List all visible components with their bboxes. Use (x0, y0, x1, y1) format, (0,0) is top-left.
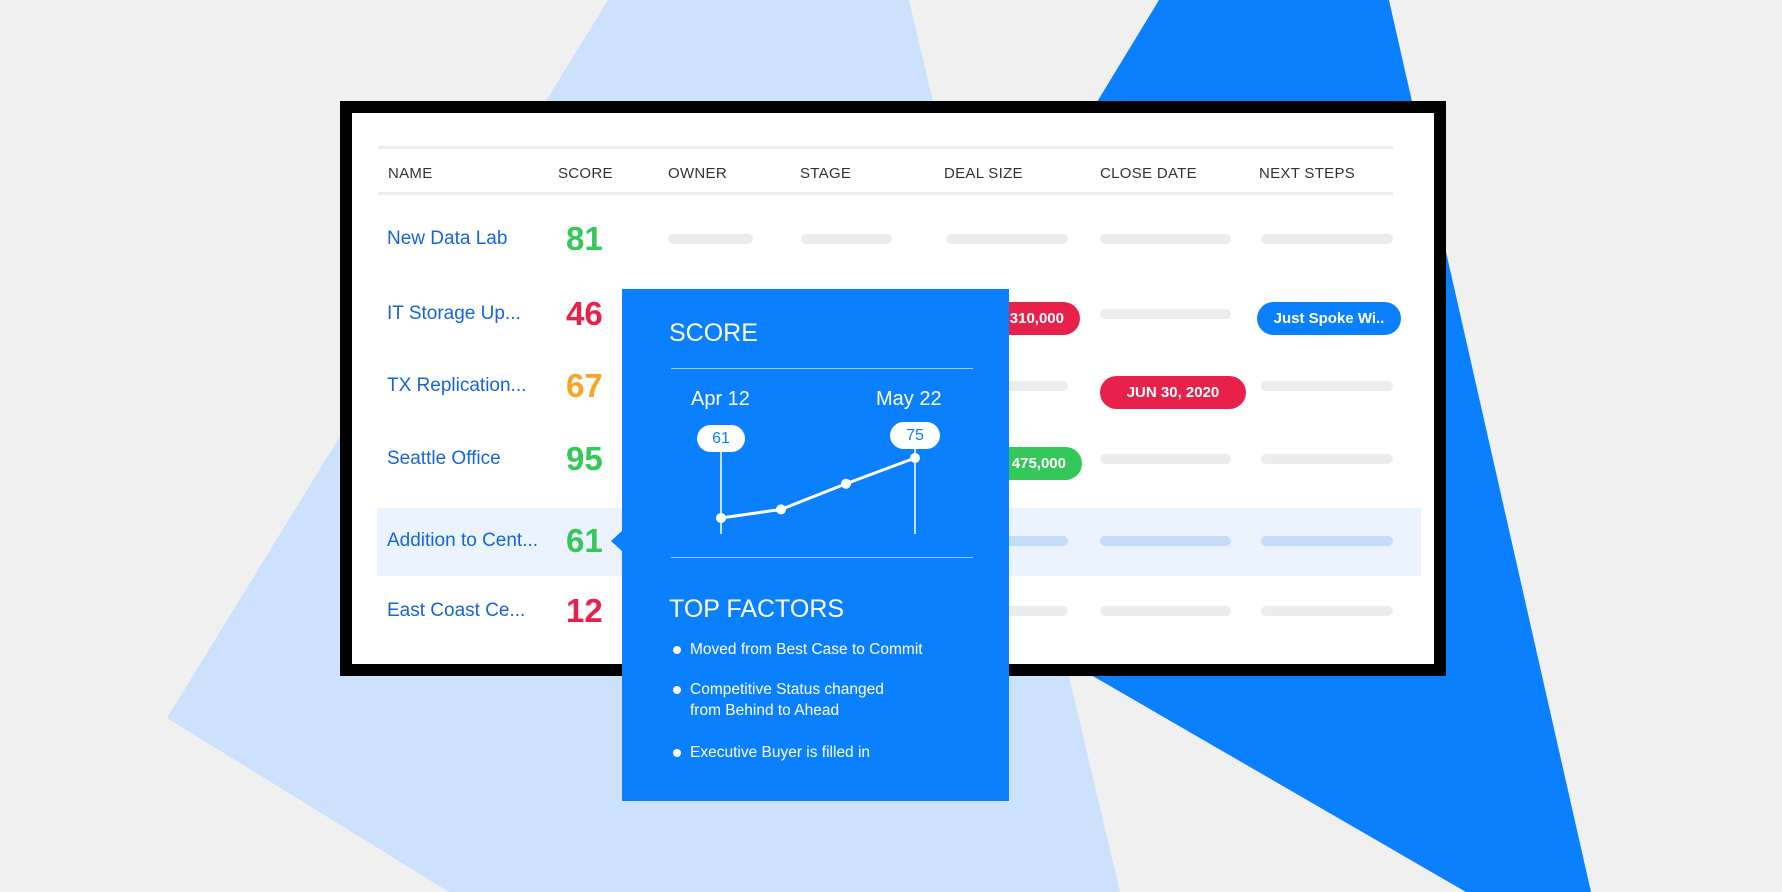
score-point (776, 504, 786, 515)
deal-name-link[interactable]: Addition to Cent... (387, 530, 538, 552)
deal-score[interactable]: 46 (566, 295, 603, 333)
top-factors-title: TOP FACTORS (669, 595, 845, 623)
start-value-bubble: 61 (697, 425, 745, 452)
score-trend-chart (716, 446, 920, 534)
factor-item: Competitive Status changed from Behind t… (690, 681, 884, 719)
deal-name-link[interactable]: Seattle Office (387, 448, 501, 470)
header-stage[interactable]: STAGE (800, 165, 851, 182)
deal-name-link[interactable]: New Data Lab (387, 228, 507, 250)
header-score[interactable]: SCORE (558, 165, 613, 182)
placeholder-bar (668, 234, 753, 244)
placeholder-bar (1100, 234, 1231, 244)
placeholder-bar (801, 234, 892, 244)
placeholder-bar (1261, 381, 1393, 391)
header-deal-size[interactable]: DEAL SIZE (944, 165, 1023, 182)
deal-score[interactable]: 67 (566, 367, 603, 405)
next-steps-pill[interactable]: Just Spoke Wi.. (1257, 302, 1401, 335)
bullet-icon (673, 646, 681, 654)
deal-score[interactable]: 95 (566, 440, 603, 478)
divider (671, 557, 973, 558)
placeholder-bar (1261, 606, 1393, 616)
score-point (910, 453, 920, 463)
factor-item: Executive Buyer is filled in (690, 744, 871, 761)
placeholder-bar (1100, 536, 1231, 546)
divider (378, 192, 1393, 195)
bullet-icon (673, 686, 681, 694)
bullet-icon (673, 749, 681, 757)
deal-name-link[interactable]: IT Storage Up... (387, 303, 521, 325)
deal-score[interactable]: 81 (566, 220, 603, 258)
placeholder-bar (1100, 309, 1231, 319)
score-point (841, 478, 851, 489)
deal-score[interactable]: 12 (566, 592, 603, 630)
header-next-steps[interactable]: NEXT STEPS (1259, 165, 1355, 182)
placeholder-bar (1100, 606, 1231, 616)
close-date-pill: JUN 30, 2020 (1100, 376, 1246, 409)
score-point (716, 513, 726, 523)
score-popover: SCORE Apr 12 May 22 61 75 TOP FACTORS Mo… (622, 289, 1009, 801)
header-close-date[interactable]: CLOSE DATE (1100, 165, 1197, 182)
placeholder-bar (1261, 234, 1393, 244)
divider (378, 146, 1393, 149)
deal-score[interactable]: 61 (566, 522, 603, 560)
header-owner[interactable]: OWNER (668, 165, 727, 182)
deal-name-link[interactable]: East Coast Ce... (387, 600, 525, 622)
deal-name-link[interactable]: TX Replication... (387, 375, 526, 397)
factor-item: Moved from Best Case to Commit (690, 641, 923, 658)
placeholder-bar (1100, 454, 1231, 464)
placeholder-bar (1261, 454, 1393, 464)
end-value-bubble: 75 (890, 422, 940, 449)
placeholder-bar (946, 234, 1068, 244)
placeholder-bar (1261, 536, 1393, 546)
score-trend-line (720, 456, 916, 520)
header-name[interactable]: NAME (388, 165, 433, 182)
